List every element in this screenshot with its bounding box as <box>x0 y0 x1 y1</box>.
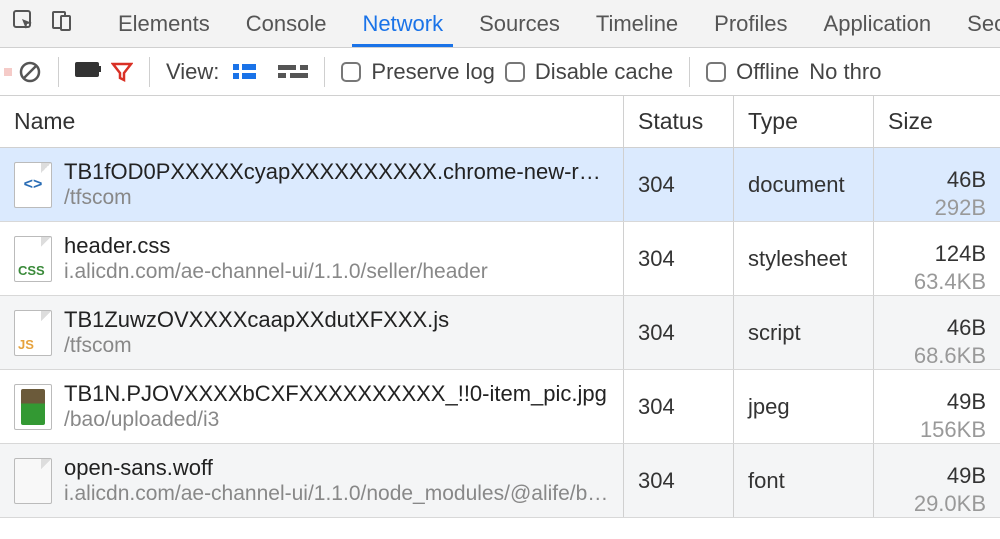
name-text: TB1fOD0PXXXXXcyapXXXXXXXXXX.chrome-new-r… <box>64 158 609 212</box>
tab-network[interactable]: Network <box>344 0 461 47</box>
name-cell: JS TB1ZuwzOVXXXXcaapXXdutXFXXX.js /tfsco… <box>0 296 624 369</box>
name-text: TB1N.PJOVXXXXbCXFXXXXXXXXXX_!!0-item_pic… <box>64 380 607 434</box>
throttling-dropdown[interactable]: No thro <box>809 59 881 85</box>
status-cell: 304 <box>624 148 734 221</box>
tab-profiles[interactable]: Profiles <box>696 0 805 47</box>
tab-security[interactable]: Secur <box>949 0 1000 47</box>
preserve-log-checkbox[interactable] <box>341 62 361 82</box>
status-cell: 304 <box>624 222 734 295</box>
list-view-icon[interactable] <box>233 64 256 79</box>
file-path: i.alicdn.com/ae-channel-ui/1.1.0/seller/… <box>64 259 488 285</box>
inspect-icon[interactable] <box>12 9 36 39</box>
size-cell: 49B 156KB <box>874 370 1000 443</box>
network-request-list: <> TB1fOD0PXXXXXcyapXXXXXXXXXX.chrome-ne… <box>0 148 1000 518</box>
preserve-log-label: Preserve log <box>371 59 495 85</box>
name-cell: CSS header.css i.alicdn.com/ae-channel-u… <box>0 222 624 295</box>
file-path: /tfscom <box>64 185 609 211</box>
file-name: header.css <box>64 232 488 260</box>
separator <box>149 57 150 87</box>
size-cell: 46B 68.6KB <box>874 296 1000 369</box>
font-icon <box>14 458 52 504</box>
separator <box>324 57 325 87</box>
file-name: open-sans.woff <box>64 454 608 482</box>
tab-console[interactable]: Console <box>228 0 345 47</box>
file-name: TB1fOD0PXXXXXcyapXXXXXXXXXX.chrome-new-r… <box>64 158 609 186</box>
name-cell: TB1N.PJOVXXXXbCXFXXXXXXXXXX_!!0-item_pic… <box>0 370 624 443</box>
table-row[interactable]: open-sans.woff i.alicdn.com/ae-channel-u… <box>0 444 1000 518</box>
file-path: /tfscom <box>64 333 449 359</box>
css-icon: CSS <box>14 236 52 282</box>
table-row[interactable]: TB1N.PJOVXXXXbCXFXXXXXXXXXX_!!0-item_pic… <box>0 370 1000 444</box>
name-text: TB1ZuwzOVXXXXcaapXXdutXFXXX.js /tfscom <box>64 306 449 360</box>
column-header-status[interactable]: Status <box>624 96 734 147</box>
size-cell: 49B 29.0KB <box>874 444 1000 517</box>
network-table-header: Name Status Type Size <box>0 96 1000 148</box>
status-cell: 304 <box>624 296 734 369</box>
tab-timeline[interactable]: Timeline <box>578 0 696 47</box>
device-toggle-icon[interactable] <box>50 9 74 39</box>
disable-cache-label: Disable cache <box>535 59 673 85</box>
devtools-tabs: Elements Console Network Sources Timelin… <box>100 0 1000 47</box>
column-header-size[interactable]: Size <box>874 96 1000 147</box>
separator <box>689 57 690 87</box>
file-path: /bao/uploaded/i3 <box>64 407 607 433</box>
table-row[interactable]: JS TB1ZuwzOVXXXXcaapXXdutXFXXX.js /tfsco… <box>0 296 1000 370</box>
tab-sources[interactable]: Sources <box>461 0 578 47</box>
size-cell: 46B 292B <box>874 148 1000 221</box>
name-text: header.css i.alicdn.com/ae-channel-ui/1.… <box>64 232 488 286</box>
devtools-tab-bar: Elements Console Network Sources Timelin… <box>0 0 1000 48</box>
status-cell: 304 <box>624 370 734 443</box>
type-cell: font <box>734 444 874 517</box>
column-header-type[interactable]: Type <box>734 96 874 147</box>
file-name: TB1ZuwzOVXXXXcaapXXdutXFXXX.js <box>64 306 449 334</box>
table-row[interactable]: CSS header.css i.alicdn.com/ae-channel-u… <box>0 222 1000 296</box>
tab-bar-leading <box>8 9 84 39</box>
file-path: i.alicdn.com/ae-channel-ui/1.1.0/node_mo… <box>64 481 608 507</box>
name-text: open-sans.woff i.alicdn.com/ae-channel-u… <box>64 454 608 508</box>
view-label: View: <box>166 59 219 85</box>
name-cell: <> TB1fOD0PXXXXXcyapXXXXXXXXXX.chrome-ne… <box>0 148 624 221</box>
image-icon <box>14 384 52 430</box>
disable-cache-checkbox[interactable] <box>505 62 525 82</box>
network-toolbar: View: Preserve log Disable cache Offline… <box>0 48 1000 96</box>
type-cell: jpeg <box>734 370 874 443</box>
name-cell: open-sans.woff i.alicdn.com/ae-channel-u… <box>0 444 624 517</box>
status-cell: 304 <box>624 444 734 517</box>
type-cell: stylesheet <box>734 222 874 295</box>
column-header-name[interactable]: Name <box>0 96 624 147</box>
size-cell: 124B 63.4KB <box>874 222 1000 295</box>
offline-label: Offline <box>736 59 799 85</box>
type-cell: script <box>734 296 874 369</box>
screenshot-icon[interactable] <box>75 59 101 85</box>
table-row[interactable]: <> TB1fOD0PXXXXXcyapXXXXXXXXXX.chrome-ne… <box>0 148 1000 222</box>
clear-icon[interactable] <box>18 60 42 84</box>
tab-elements[interactable]: Elements <box>100 0 228 47</box>
document-icon: <> <box>14 162 52 208</box>
file-name: TB1N.PJOVXXXXbCXFXXXXXXXXXX_!!0-item_pic… <box>64 380 607 408</box>
filter-icon[interactable] <box>111 61 133 83</box>
js-icon: JS <box>14 310 52 356</box>
offline-checkbox[interactable] <box>706 62 726 82</box>
tab-application[interactable]: Application <box>806 0 950 47</box>
separator <box>58 57 59 87</box>
type-cell: document <box>734 148 874 221</box>
flat-view-icon[interactable] <box>278 65 308 78</box>
